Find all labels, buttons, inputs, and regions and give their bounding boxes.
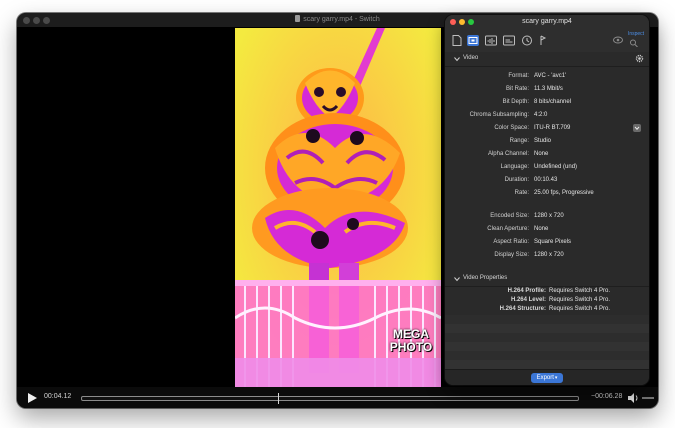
info-row-duration: Duration: 00:10.43 bbox=[445, 174, 649, 187]
inspector-title: scary garry.mp4 bbox=[522, 18, 572, 25]
volume-icon[interactable] bbox=[627, 392, 639, 404]
inspector-titlebar: scary garry.mp4 bbox=[445, 15, 649, 30]
info-row-aspect-ratio: Aspect Ratio: Square Pixels bbox=[445, 236, 649, 249]
info-label: Display Size: bbox=[494, 252, 529, 258]
chapters-icon[interactable] bbox=[521, 35, 533, 46]
info-label: Range: bbox=[509, 138, 529, 144]
info-value: AVC - 'avc1' bbox=[534, 73, 567, 79]
metadata-icon[interactable] bbox=[537, 35, 549, 46]
info-label: Bit Rate: bbox=[505, 86, 529, 92]
info-label: Duration: bbox=[504, 177, 529, 183]
document-icon[interactable] bbox=[451, 35, 463, 46]
info-value: 8 bits/channel bbox=[534, 99, 572, 105]
info-label: Clean Aperture: bbox=[487, 226, 529, 232]
playback-controls: 00:04.12 −00:06.28 bbox=[17, 387, 658, 408]
info-value: None bbox=[534, 226, 549, 232]
info-value: 4:2:0 bbox=[534, 112, 548, 118]
property-row-h264-profile: H.264 Profile: Requires Switch 4 Pro. bbox=[445, 287, 649, 296]
video-properties-section-title: Video Properties bbox=[463, 275, 508, 281]
info-row-clean-aperture: Clean Aperture: None bbox=[445, 223, 649, 236]
inspector-window: scary garry.mp4 Inspect Video Format: AV… bbox=[445, 15, 649, 385]
chevron-down-icon[interactable] bbox=[453, 275, 461, 283]
info-value: ITU-R BT.709 bbox=[534, 125, 571, 131]
info-row-language: Language: Undefined (und) bbox=[445, 161, 649, 174]
video-section-header[interactable]: Video bbox=[445, 52, 649, 67]
inspector-tab-label: Inspect bbox=[627, 31, 645, 37]
info-row-bit-depth: Bit Depth: 8 bits/channel bbox=[445, 96, 649, 109]
scrub-head[interactable] bbox=[278, 393, 279, 404]
property-row-h264-structure: H.264 Structure: Requires Switch 4 Pro. bbox=[445, 305, 649, 314]
audio-track-icon[interactable] bbox=[485, 35, 497, 46]
property-value: Requires Switch 4 Pro. bbox=[549, 288, 611, 294]
info-label: Format: bbox=[508, 73, 529, 79]
info-label: Alpha Channel: bbox=[487, 151, 529, 157]
property-row-h264-level: H.264 Level: Requires Switch 4 Pro. bbox=[445, 296, 649, 305]
info-value: 00:10.43 bbox=[534, 177, 558, 183]
volume-slider[interactable] bbox=[642, 397, 654, 399]
property-value: Requires Switch 4 Pro. bbox=[549, 297, 611, 303]
magnifier-icon bbox=[630, 39, 638, 47]
info-value: None bbox=[534, 151, 549, 157]
property-label: H.264 Level: bbox=[510, 297, 546, 303]
current-time: 00:04.12 bbox=[44, 393, 72, 400]
property-value: Requires Switch 4 Pro. bbox=[549, 306, 611, 312]
chevron-down-icon: ▾ bbox=[554, 375, 558, 381]
video-properties-section-header[interactable]: Video Properties bbox=[445, 272, 649, 287]
inspector-footer: Export▾ bbox=[445, 369, 649, 385]
video-section-title: Video bbox=[463, 55, 479, 61]
info-label: Language: bbox=[500, 164, 529, 170]
watermark-line2: PHOTO bbox=[389, 340, 433, 354]
inspector-toolbar: Inspect bbox=[445, 30, 649, 53]
scrubber[interactable] bbox=[81, 393, 579, 404]
property-label: H.264 Structure: bbox=[499, 306, 546, 312]
video-track-icon[interactable] bbox=[467, 35, 479, 46]
info-value: 1280 x 720 bbox=[534, 213, 564, 219]
info-value: Undefined (und) bbox=[534, 164, 578, 170]
eye-icon[interactable] bbox=[613, 36, 623, 44]
info-row-alpha: Alpha Channel: None bbox=[445, 148, 649, 161]
chevron-down-icon[interactable] bbox=[453, 55, 461, 63]
window-title: scary garry.mp4 - Switch bbox=[303, 16, 380, 23]
info-row-bit-rate: Bit Rate: 11.3 Mbit/s bbox=[445, 83, 649, 96]
watermark: MEGA PHOTO bbox=[385, 328, 437, 354]
info-row-range: Range: Studio bbox=[445, 135, 649, 148]
subtitle-track-icon[interactable] bbox=[503, 35, 515, 46]
info-row-rate: Rate: 25.00 fps, Progressive bbox=[445, 187, 649, 200]
info-label: Aspect Ratio: bbox=[493, 239, 529, 245]
play-button[interactable] bbox=[26, 392, 38, 404]
export-button-label: Export bbox=[536, 375, 554, 381]
inspector-tab[interactable]: Inspect bbox=[613, 31, 647, 49]
info-value: Studio bbox=[534, 138, 552, 144]
info-row-format: Format: AVC - 'avc1' bbox=[445, 70, 649, 83]
info-value: 25.00 fps, Progressive bbox=[534, 190, 594, 196]
empty-rows bbox=[445, 315, 649, 369]
remaining-time: −00:06.28 bbox=[591, 393, 623, 400]
color-space-dropdown[interactable] bbox=[633, 124, 641, 132]
info-value: Square Pixels bbox=[534, 239, 572, 245]
info-row-encoded-size: Encoded Size: 1280 x 720 bbox=[445, 210, 649, 223]
info-value: 1280 x 720 bbox=[534, 252, 564, 258]
info-label: Rate: bbox=[514, 190, 529, 196]
info-label: Bit Depth: bbox=[502, 99, 529, 105]
info-row-color-space: Color Space: ITU-R BT.709 bbox=[445, 122, 649, 135]
video-frame: MEGA PHOTO bbox=[235, 28, 441, 387]
info-row-chroma: Chroma Subsampling: 4:2:0 bbox=[445, 109, 649, 122]
gear-icon[interactable] bbox=[635, 54, 644, 63]
info-label: Color Space: bbox=[494, 125, 529, 131]
property-label: H.264 Profile: bbox=[507, 288, 546, 294]
info-label: Chroma Subsampling: bbox=[469, 112, 529, 118]
info-value: 11.3 Mbit/s bbox=[534, 86, 563, 92]
export-button[interactable]: Export▾ bbox=[531, 373, 563, 383]
info-label: Encoded Size: bbox=[490, 213, 529, 219]
chevron-down-icon bbox=[634, 126, 640, 130]
info-row-display-size: Display Size: 1280 x 720 bbox=[445, 249, 649, 262]
document-proxy-icon[interactable] bbox=[295, 15, 301, 22]
